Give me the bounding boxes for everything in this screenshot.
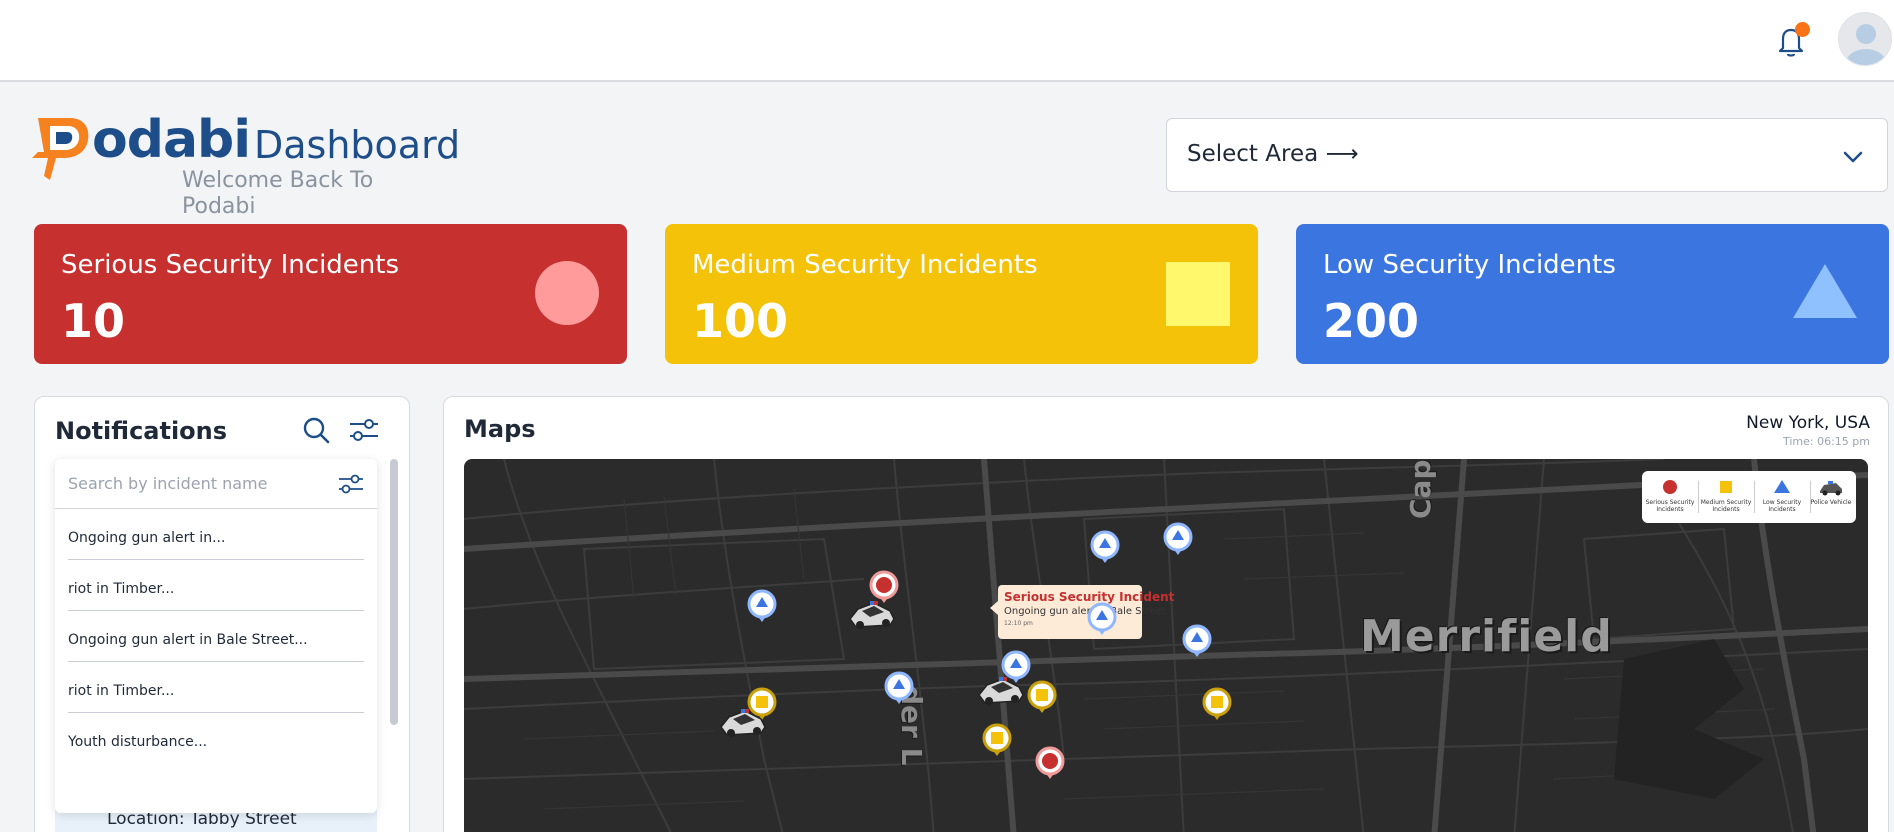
police-car-icon[interactable]	[975, 671, 1027, 711]
map-view[interactable]: Merrifield der L Cap Serious Security In…	[464, 459, 1868, 832]
notifications-panel: Notifications Location: Tabby Street Ong…	[34, 396, 410, 832]
low-incident-marker[interactable]	[746, 588, 778, 632]
search-input[interactable]	[55, 459, 377, 509]
circle-icon	[535, 261, 599, 325]
medium-incident-marker[interactable]	[1026, 679, 1058, 723]
incident-tooltip: Serious Security Incident Ongoing gun al…	[990, 585, 1174, 639]
list-item[interactable]: Youth disturbance...	[68, 713, 364, 764]
map-legend: Serious Security Incidents Medium Securi…	[1642, 471, 1856, 523]
legend-low: Low Security Incidents	[1756, 477, 1808, 519]
notification-dropdown: Ongoing gun alert in... riot in Timber..…	[55, 459, 377, 813]
welcome-text: Welcome Back To Podabi	[182, 168, 374, 219]
legend-serious: Serious Security Incidents	[1644, 477, 1696, 519]
user-avatar[interactable]	[1838, 12, 1892, 66]
low-incidents-card[interactable]: Low Security Incidents 200	[1296, 224, 1889, 364]
legend-divider	[1754, 481, 1755, 513]
podabi-logo: odabi Dashboard Welcome Back To Podabi	[30, 108, 460, 219]
maps-panel: Maps New York, USA Time: 06:15 pm Merrif…	[443, 396, 1889, 832]
logo-wordmark: odabi	[92, 110, 251, 170]
filter-icon[interactable]	[337, 473, 365, 495]
legend-label: Medium Security Incidents	[1700, 499, 1752, 513]
podabi-logo-mark	[32, 118, 89, 180]
list-item[interactable]: riot in Timber...	[68, 560, 364, 611]
police-car-icon[interactable]	[717, 703, 769, 743]
legend-label: Serious Security Incidents	[1645, 499, 1695, 513]
area-select-dropdown[interactable]: Select Area ⟶	[1166, 118, 1888, 192]
maps-title: Maps	[464, 415, 536, 443]
low-incident-marker[interactable]	[1162, 521, 1194, 565]
low-incident-marker[interactable]	[1181, 623, 1213, 667]
list-item[interactable]: Ongoing gun alert in Bale Street...	[68, 611, 364, 662]
low-incident-marker[interactable]	[1089, 529, 1121, 573]
card-value: 100	[692, 294, 789, 348]
legend-police: Police Vehicle	[1806, 477, 1856, 519]
serious-incident-marker[interactable]	[1034, 745, 1066, 789]
legend-medium: Medium Security Incidents	[1700, 477, 1752, 519]
filter-icon[interactable]	[347, 415, 381, 445]
map-location: New York, USA	[1746, 413, 1870, 433]
top-bar	[0, 0, 1894, 82]
search-icon[interactable]	[301, 415, 331, 445]
low-incident-marker[interactable]	[1086, 601, 1118, 645]
list-item[interactable]: riot in Timber...	[68, 662, 364, 713]
dashboard-title: Dashboard	[254, 123, 461, 167]
medium-incidents-card[interactable]: Medium Security Incidents 100	[665, 224, 1258, 364]
card-value: 10	[61, 294, 126, 348]
area-select-label: Select Area ⟶	[1187, 141, 1359, 167]
serious-incidents-card[interactable]: Serious Security Incidents 10	[34, 224, 627, 364]
square-icon	[1166, 262, 1230, 326]
card-title: Low Security Incidents	[1323, 250, 1616, 280]
map-time: Time: 06:15 pm	[1782, 435, 1870, 448]
notification-dot	[1795, 22, 1810, 37]
triangle-icon	[1793, 264, 1857, 318]
low-incident-marker[interactable]	[883, 670, 915, 714]
street-label: Cap	[1404, 459, 1437, 520]
notification-list: Ongoing gun alert in... riot in Timber..…	[68, 509, 364, 764]
district-label: Merrifield	[1360, 611, 1613, 662]
legend-label: Police Vehicle	[1810, 499, 1852, 506]
medium-incident-marker[interactable]	[981, 722, 1013, 766]
scrollbar[interactable]	[390, 459, 398, 725]
chevron-down-icon	[1841, 145, 1865, 169]
legend-divider	[1698, 481, 1699, 513]
police-car-icon[interactable]	[846, 595, 898, 635]
notifications-title: Notifications	[55, 417, 228, 445]
card-title: Serious Security Incidents	[61, 250, 400, 280]
list-item[interactable]: Ongoing gun alert in...	[68, 509, 364, 560]
medium-incident-marker[interactable]	[1201, 686, 1233, 730]
police-car-icon	[1820, 481, 1842, 496]
card-value: 200	[1323, 294, 1420, 348]
card-title: Medium Security Incidents	[692, 250, 1038, 280]
legend-label: Low Security Incidents	[1762, 499, 1802, 513]
